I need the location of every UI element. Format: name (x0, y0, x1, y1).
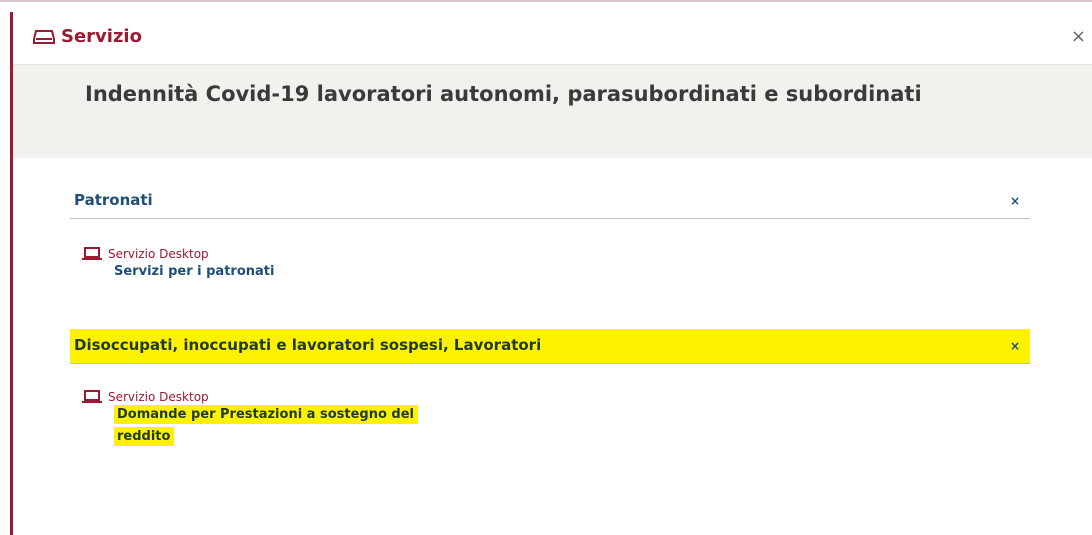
title-band: Indennità Covid-19 lavoratori autonomi, … (13, 64, 1092, 158)
list-item: Servizio Desktop Domande per Prestazioni… (82, 390, 419, 448)
section-header[interactable]: Patronati × (70, 184, 1030, 219)
laptop-icon (82, 247, 102, 260)
item-type-label: Servizio Desktop (108, 247, 209, 261)
service-icon (33, 29, 55, 44)
close-icon[interactable]: × (1071, 26, 1086, 47)
item-type: Servizio Desktop (82, 247, 274, 261)
service-link-line2: reddito (114, 427, 175, 446)
modal-title: Servizio (33, 26, 142, 47)
section-disoccupati: Disoccupati, inoccupati e lavoratori sos… (70, 329, 1030, 364)
service-link-line1: Domande per Prestazioni a sostegno del (114, 405, 419, 424)
modal-title-text: Servizio (61, 26, 142, 47)
modal-header: Servizio × (13, 12, 1092, 64)
section-label: Disoccupati, inoccupati e lavoratori sos… (74, 336, 542, 354)
list-item: Servizio Desktop Servizi per i patronati (82, 247, 274, 283)
laptop-icon (82, 390, 102, 403)
service-modal: Servizio × Indennità Covid-19 lavoratori… (0, 0, 1092, 535)
section-close-icon[interactable]: × (1010, 339, 1020, 353)
section-close-icon[interactable]: × (1010, 194, 1020, 208)
section-patronati: Patronati × (70, 184, 1030, 219)
section-label: Patronati (74, 191, 153, 209)
item-type: Servizio Desktop (82, 390, 418, 404)
service-title: Indennità Covid-19 lavoratori autonomi, … (85, 82, 922, 106)
item-type-label: Servizio Desktop (108, 390, 209, 404)
section-header[interactable]: Disoccupati, inoccupati e lavoratori sos… (70, 329, 1030, 364)
service-link-patronati[interactable]: Servizi per i patronati (114, 261, 274, 283)
service-link-domande[interactable]: Domande per Prestazioni a sostegno del r… (114, 404, 419, 448)
